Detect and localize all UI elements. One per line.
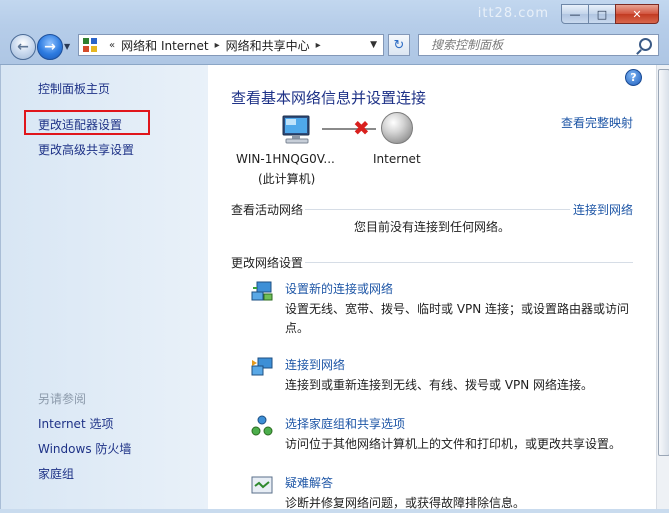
refresh-icon: ↻ [393,37,405,53]
computer-subtitle: (此计算机) [258,172,316,186]
watermark-text: itt28.com [477,6,549,21]
task-desc-troubleshoot: 诊断并修复网络问题，或获得故障排除信息。 [285,496,526,510]
arrow-left-icon: ← [17,39,29,55]
back-button[interactable]: ← [10,34,36,60]
internet-globe-icon[interactable] [381,112,413,144]
computer-icon[interactable] [280,113,314,147]
breadcrumb-overflow[interactable]: « [109,40,115,51]
sidebar-item-homegroup[interactable]: 家庭组 [38,465,74,482]
search-input[interactable] [429,37,633,53]
no-connection-status: 您目前没有连接到任何网络。 [354,220,511,234]
internet-label: Internet [373,152,421,166]
task-title-new-connection[interactable]: 设置新的连接或网络 [285,280,393,297]
vertical-scrollbar[interactable] [656,65,669,509]
sidebar-item-control-panel-home[interactable]: 控制面板主页 [38,80,110,97]
refresh-button[interactable]: ↻ [388,34,410,56]
new-connection-icon[interactable] [250,280,274,304]
highlight-box [24,110,150,135]
task-desc-new-connection: 设置无线、宽带、拨号、临时或 VPN 连接；或设置路由器或访问点。 [285,302,630,335]
homegroup-icon[interactable] [250,414,274,438]
search-box[interactable] [418,34,659,56]
sidebar-item-advanced-sharing[interactable]: 更改高级共享设置 [38,141,134,158]
task-title-connect-network[interactable]: 连接到网络 [285,356,345,373]
maximize-button[interactable]: □ [588,4,616,24]
control-panel-icon [83,38,97,52]
task-desc-homegroup: 访问位于其他网络计算机上的文件和打印机，或更改共享设置。 [285,437,622,451]
window-controls: — □ ✕ [561,4,659,24]
chevron-right-icon[interactable]: ▸ [316,40,321,51]
forward-button[interactable]: → [37,34,63,60]
breadcrumb-network-sharing-center[interactable]: 网络和共享中心 [226,37,310,54]
breadcrumb-network-internet[interactable]: 网络和 Internet [121,37,208,54]
address-bar[interactable]: « 网络和 Internet ▸ 网络和共享中心 ▸ ▼ [78,34,384,56]
help-icon[interactable]: ? [625,69,642,86]
view-full-map-link[interactable]: 查看完整映射 [561,114,633,131]
active-networks-heading: 查看活动网络 [231,203,304,217]
connect-to-network-link[interactable]: 连接到网络 [573,201,633,218]
minimize-button[interactable]: — [561,4,589,24]
divider [305,262,633,263]
arrow-right-icon: → [44,39,56,55]
chevron-right-icon[interactable]: ▸ [215,40,220,51]
title-bar: itt28.com — □ ✕ ← → ▼ « 网络和 Internet ▸ 网… [0,0,669,65]
see-also-heading: 另请参阅 [38,392,87,406]
troubleshoot-icon[interactable] [250,474,274,498]
connect-network-icon[interactable] [250,355,274,379]
task-title-homegroup[interactable]: 选择家庭组和共享选项 [285,415,405,432]
recent-pages-dropdown[interactable]: ▼ [64,42,70,51]
task-title-troubleshoot[interactable]: 疑难解答 [285,474,333,491]
address-dropdown-icon[interactable]: ▼ [370,40,377,50]
search-icon[interactable] [639,38,652,51]
divider [305,209,570,210]
scrollbar-thumb[interactable] [658,69,669,456]
disconnected-x-icon: ✖ [353,116,370,140]
task-desc-connect-network: 连接到或重新连接到无线、有线、拨号或 VPN 网络连接。 [285,378,594,392]
close-button[interactable]: ✕ [615,4,659,24]
sidebar-item-internet-options[interactable]: Internet 选项 [38,415,113,432]
change-settings-heading: 更改网络设置 [231,256,304,270]
sidebar-item-windows-firewall[interactable]: Windows 防火墙 [38,440,131,457]
computer-name: WIN-1HNQG0V... [236,152,335,166]
page-title: 查看基本网络信息并设置连接 [231,89,427,107]
